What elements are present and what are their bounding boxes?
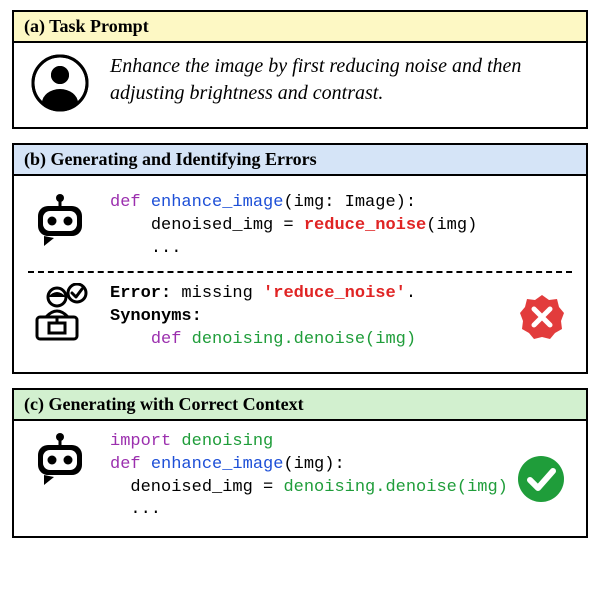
fn-sig: (img: Image): — [283, 193, 416, 212]
panel-correct: (c) Generating with Correct Context impo… — [12, 388, 588, 539]
synonyms-label: Synonyms: — [110, 307, 202, 326]
bad-call: reduce_noise — [304, 216, 426, 235]
panel-b-gen-row: def enhance_image(img: Image): denoised_… — [28, 186, 572, 267]
error-badge-icon — [518, 293, 566, 341]
corrected-code: import denoising def enhance_image(img):… — [110, 431, 572, 523]
panel-b-body: def enhance_image(img: Image): denoised_… — [14, 176, 586, 372]
error-dot: . — [406, 284, 416, 303]
panel-b-error-row: Error: missing 'reduce_noise'. Synonyms:… — [28, 277, 572, 358]
robot-icon — [28, 192, 92, 248]
panel-b-header: (b) Generating and Identifying Errors — [14, 145, 586, 176]
assign-lhs: denoised_img = — [151, 216, 304, 235]
error-block: Error: missing 'reduce_noise'. Synonyms:… — [110, 283, 572, 352]
code-ellipsis-2: ... — [130, 500, 161, 519]
panel-a-header: (a) Task Prompt — [14, 12, 586, 43]
robot-icon — [28, 431, 92, 487]
fix-call: denoising.denoise(img) — [192, 330, 416, 349]
error-label: Error: — [110, 284, 171, 303]
panel-errors: (b) Generating and Identifying Errors de… — [12, 143, 588, 374]
user-icon — [28, 53, 92, 113]
call-arg: (img) — [426, 216, 477, 235]
generated-code: def enhance_image(img: Image): denoised_… — [110, 192, 572, 261]
error-msg: missing — [171, 284, 263, 303]
code-ellipsis: ... — [151, 239, 182, 258]
success-badge-icon — [516, 454, 566, 504]
missing-name: 'reduce_noise' — [263, 284, 406, 303]
panel-c-body: import denoising def enhance_image(img):… — [14, 421, 586, 537]
panel-task-prompt: (a) Task Prompt Enhance the image by fir… — [12, 10, 588, 129]
panel-c-header: (c) Generating with Correct Context — [14, 390, 586, 421]
kw-def-2: def — [151, 330, 182, 349]
panel-a-body: Enhance the image by first reducing nois… — [14, 43, 586, 127]
kw-def: def — [110, 193, 141, 212]
kw-def-3: def — [110, 455, 141, 474]
task-prompt-text: Enhance the image by first reducing nois… — [110, 53, 572, 107]
assign-lhs-2: denoised_img = — [130, 478, 283, 497]
dashed-divider — [28, 271, 572, 273]
fn-name-2: enhance_image — [151, 455, 284, 474]
reviewer-icon — [28, 283, 92, 343]
fn-sig-2: (img): — [283, 455, 344, 474]
module-name: denoising — [181, 432, 273, 451]
good-call: denoising.denoise(img) — [283, 478, 507, 497]
kw-import: import — [110, 432, 171, 451]
fn-name: enhance_image — [151, 193, 284, 212]
